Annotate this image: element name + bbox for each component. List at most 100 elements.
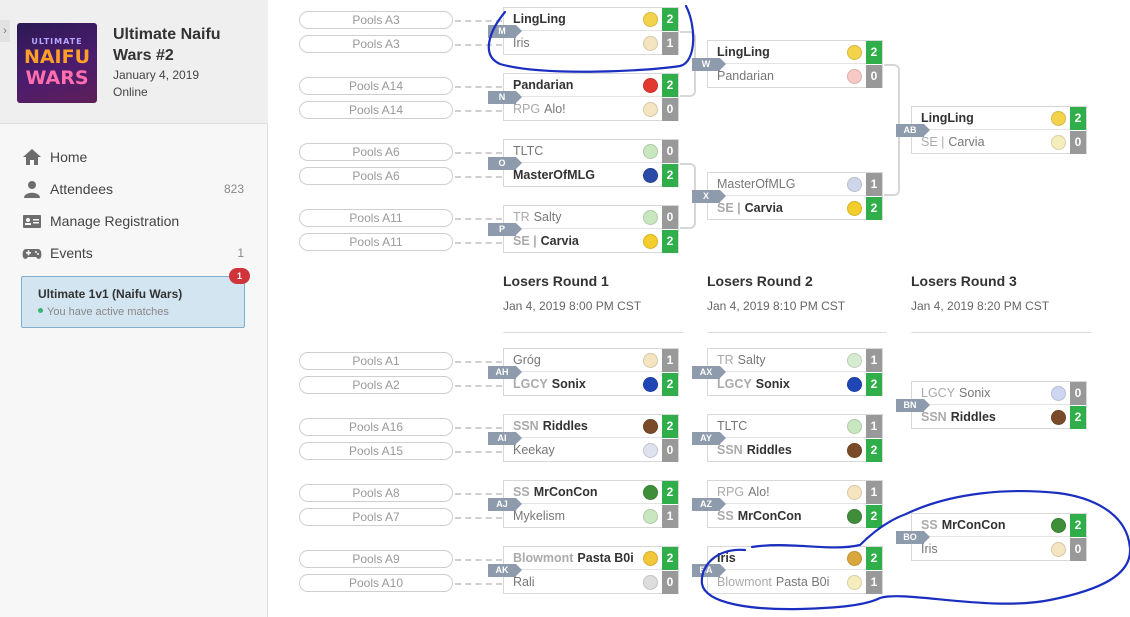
tournament-name[interactable]: Ultimate Naifu Wars #2: [113, 24, 263, 66]
pool-source-label[interactable]: Pools A10: [299, 574, 453, 592]
event-card-status-text: You have active matches: [47, 306, 169, 318]
match-player-slot[interactable]: SSN Riddles 2: [708, 439, 882, 462]
match-player-slot[interactable]: Rali 0: [504, 571, 678, 594]
match-identifier-tag[interactable]: P: [488, 223, 522, 236]
match-player-slot[interactable]: TLTC 1: [708, 415, 882, 438]
tournament-logo[interactable]: ULTIMATE NAIFU WARS: [17, 23, 97, 103]
pool-source-label[interactable]: Pools A3: [299, 35, 453, 53]
pool-source-label[interactable]: Pools A7: [299, 508, 453, 526]
match-player-slot[interactable]: Pandarian 2: [504, 74, 678, 97]
sidebar-item-attendees[interactable]: Attendees 823: [22, 177, 246, 201]
match-player-slot[interactable]: RPG Alo! 0: [504, 98, 678, 121]
pool-source-label[interactable]: Pools A8: [299, 484, 453, 502]
match-player-slot[interactable]: LingLing 2: [912, 107, 1086, 130]
pool-source-label[interactable]: Pools A9: [299, 550, 453, 568]
sidebar-item-manage-registration[interactable]: Manage Registration: [22, 209, 246, 233]
match-player-slot[interactable]: SE | Carvia 2: [708, 197, 882, 220]
bracket-match[interactable]: TR Salty 1 LGCY Sonix 2: [707, 348, 883, 396]
match-player-slot[interactable]: RPG Alo! 1: [708, 481, 882, 504]
bracket-match[interactable]: LGCY Sonix 0 SSN Riddles 2: [911, 381, 1087, 429]
match-player-slot[interactable]: SS MrConCon 2: [912, 514, 1086, 537]
match-identifier-tag[interactable]: BN: [896, 399, 930, 412]
bracket-match[interactable]: Pandarian 2 RPG Alo! 0: [503, 73, 679, 121]
match-identifier-tag[interactable]: W: [692, 58, 726, 71]
match-player-slot[interactable]: Iris 0: [912, 538, 1086, 561]
sidebar-collapse-toggle[interactable]: ›: [0, 20, 10, 42]
match-player-slot[interactable]: MasterOfMLG 1: [708, 173, 882, 196]
bracket-match[interactable]: Blowmont Pasta B0i 2 Rali 0: [503, 546, 679, 594]
match-player-slot[interactable]: Mykelism 1: [504, 505, 678, 528]
pool-source-label[interactable]: Pools A2: [299, 376, 453, 394]
match-player-slot[interactable]: SS MrConCon 2: [504, 481, 678, 504]
bracket-match[interactable]: Iris 2 Blowmont Pasta B0i 1: [707, 546, 883, 594]
match-player-slot[interactable]: Pandarian 0: [708, 65, 882, 88]
match-player-slot[interactable]: TR Salty 1: [708, 349, 882, 372]
match-player-slot[interactable]: LGCY Sonix 0: [912, 382, 1086, 405]
match-identifier-tag[interactable]: M: [488, 25, 522, 38]
pool-source-label[interactable]: Pools A11: [299, 233, 453, 251]
bracket-match[interactable]: TLTC 1 SSN Riddles 2: [707, 414, 883, 462]
match-player-slot[interactable]: Keekay 0: [504, 439, 678, 462]
match-player-slot[interactable]: SE | Carvia 2: [504, 230, 678, 253]
match-identifier-tag[interactable]: AK: [488, 564, 522, 577]
bracket-match[interactable]: LingLing 2 Pandarian 0: [707, 40, 883, 88]
pool-source-label[interactable]: Pools A1: [299, 352, 453, 370]
character-icon: [1051, 386, 1066, 401]
active-event-card[interactable]: Ultimate 1v1 (Naifu Wars) You have activ…: [21, 276, 245, 328]
bracket-match[interactable]: LingLing 2 Iris 1: [503, 7, 679, 55]
bracket-match[interactable]: TLTC 0 MasterOfMLG 2: [503, 139, 679, 187]
match-player-slot[interactable]: Blowmont Pasta B0i 1: [708, 571, 882, 594]
bracket-match[interactable]: MasterOfMLG 1 SE | Carvia 2: [707, 172, 883, 220]
match-identifier-tag[interactable]: X: [692, 190, 726, 203]
match-identifier-tag[interactable]: AY: [692, 432, 726, 445]
match-player-slot[interactable]: SSN Riddles 2: [912, 406, 1086, 429]
match-player-slot[interactable]: TLTC 0: [504, 140, 678, 163]
match-identifier-tag[interactable]: AI: [488, 432, 522, 445]
player-sponsor-prefix: SSN: [717, 443, 743, 457]
round-heading: Losers Round 1: [503, 273, 609, 289]
bracket-match[interactable]: SSN Riddles 2 Keekay 0: [503, 414, 679, 462]
pool-connector-line: [455, 218, 502, 220]
pool-source-label[interactable]: Pools A14: [299, 101, 453, 119]
match-player-slot[interactable]: Iris 2: [708, 547, 882, 570]
player-name: Iris: [513, 36, 530, 50]
match-player-slot[interactable]: Iris 1: [504, 32, 678, 55]
bracket-match[interactable]: SS MrConCon 2 Mykelism 1: [503, 480, 679, 528]
match-identifier-tag[interactable]: AH: [488, 366, 522, 379]
pool-source-label[interactable]: Pools A6: [299, 167, 453, 185]
match-identifier-tag[interactable]: N: [488, 91, 522, 104]
match-player-slot[interactable]: LingLing 2: [504, 8, 678, 31]
match-player-slot[interactable]: LGCY Sonix 2: [708, 373, 882, 396]
match-player-slot[interactable]: Gróg 1: [504, 349, 678, 372]
match-player-slot[interactable]: LGCY Sonix 2: [504, 373, 678, 396]
player-gamertag: MasterOfMLG: [717, 177, 796, 191]
match-player-slot[interactable]: TR Salty 0: [504, 206, 678, 229]
player-sponsor-prefix: TR: [513, 210, 530, 224]
match-identifier-tag[interactable]: BA: [692, 564, 726, 577]
match-player-slot[interactable]: SS MrConCon 2: [708, 505, 882, 528]
pool-source-label[interactable]: Pools A16: [299, 418, 453, 436]
match-identifier-tag[interactable]: AZ: [692, 498, 726, 511]
bracket-match[interactable]: SS MrConCon 2 Iris 0: [911, 513, 1087, 561]
sidebar-item-home[interactable]: Home: [22, 145, 246, 169]
match-identifier-tag[interactable]: AB: [896, 124, 930, 137]
bracket-match[interactable]: LingLing 2 SE | Carvia 0: [911, 106, 1087, 154]
bracket-match[interactable]: RPG Alo! 1 SS MrConCon 2: [707, 480, 883, 528]
bracket-match[interactable]: Gróg 1 LGCY Sonix 2: [503, 348, 679, 396]
pool-source-label[interactable]: Pools A6: [299, 143, 453, 161]
match-identifier-tag[interactable]: AJ: [488, 498, 522, 511]
pool-source-label[interactable]: Pools A3: [299, 11, 453, 29]
match-identifier-tag[interactable]: BO: [896, 531, 930, 544]
pool-source-label[interactable]: Pools A14: [299, 77, 453, 95]
pool-source-label[interactable]: Pools A15: [299, 442, 453, 460]
match-identifier-tag[interactable]: O: [488, 157, 522, 170]
match-player-slot[interactable]: LingLing 2: [708, 41, 882, 64]
match-player-slot[interactable]: MasterOfMLG 2: [504, 164, 678, 187]
pool-source-label[interactable]: Pools A11: [299, 209, 453, 227]
match-player-slot[interactable]: SSN Riddles 2: [504, 415, 678, 438]
bracket-match[interactable]: TR Salty 0 SE | Carvia 2: [503, 205, 679, 253]
match-identifier-tag[interactable]: AX: [692, 366, 726, 379]
match-player-slot[interactable]: SE | Carvia 0: [912, 131, 1086, 154]
sidebar-item-events[interactable]: Events 1: [22, 241, 246, 265]
match-player-slot[interactable]: Blowmont Pasta B0i 2: [504, 547, 678, 570]
